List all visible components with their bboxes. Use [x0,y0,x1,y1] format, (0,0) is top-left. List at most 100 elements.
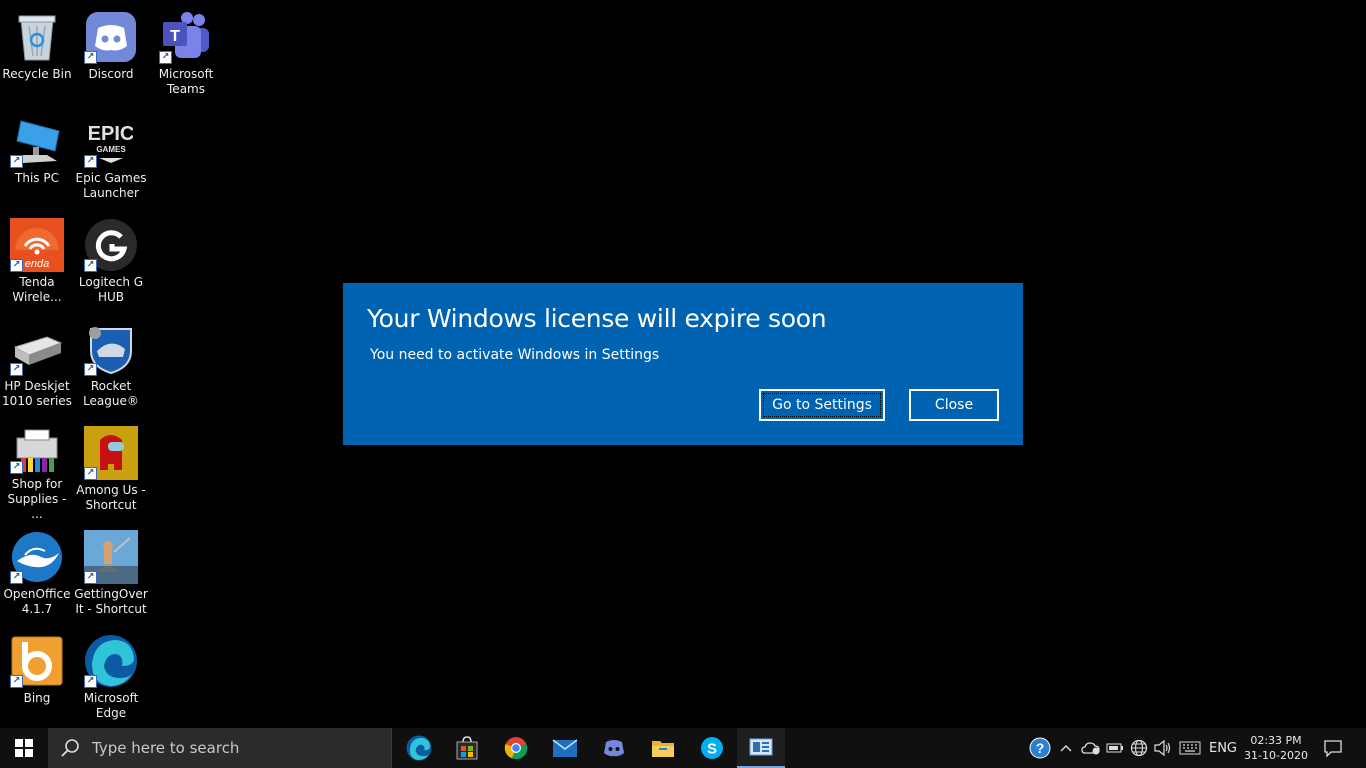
shortcut-arrow-icon: ↗ [10,259,23,272]
taskbar-skype[interactable]: S [688,728,736,768]
taskbar-news-app[interactable] [737,728,785,768]
desktop-icon-shop-supplies[interactable]: ↗ Shop for Supplies - ... [0,418,74,521]
dialog-title: Your Windows license will expire soon [367,304,827,333]
dialog-message: You need to activate Windows in Settings [370,347,660,363]
tray-volume[interactable] [1152,728,1174,768]
file-explorer-icon [652,741,674,757]
shortcut-arrow-icon: ↗ [10,571,23,584]
focus-rectangle [763,393,881,417]
clock-time: 02:33 PM [1250,734,1302,747]
svg-text:enda: enda [25,258,49,270]
desktop-icon-label: Recycle Bin [2,67,72,81]
taskbar: Type here to search S ? ENG 02:33 PM 31-… [0,728,1366,768]
keyboard-icon [1179,741,1201,755]
taskbar-chrome[interactable] [492,728,540,768]
onedrive-sync-icon [1081,742,1100,755]
go-to-settings-button[interactable]: Go to Settings [759,389,885,421]
tray-touch-keyboard[interactable] [1177,728,1203,768]
tray-onedrive[interactable] [1080,728,1102,768]
desktop-icon-this-pc[interactable]: ↗ This PC [0,106,74,206]
tray-show-hidden[interactable] [1056,728,1076,768]
edge-icon [406,735,432,761]
desktop-icon-label: Microsoft Edge [83,691,139,720]
openoffice-icon: ↗ [10,530,64,584]
desktop-icon-hp-deskjet[interactable]: ↗ HP Deskjet 1010 series [0,314,74,414]
mail-icon [552,739,578,757]
shortcut-arrow-icon: ↗ [10,461,23,474]
desktop-icon-label: Rocket League® [83,379,139,408]
shortcut-arrow-icon: ↗ [84,675,97,688]
close-label: Close [934,397,974,413]
taskbar-edge[interactable] [395,728,443,768]
shortcut-arrow-icon: ↗ [10,363,23,376]
shortcut-arrow-icon: ↗ [84,571,97,584]
help-icon: ? [1029,737,1051,759]
taskbar-mail[interactable] [541,728,589,768]
notification-icon [1324,740,1342,757]
tray-help[interactable]: ? [1028,728,1052,768]
taskbar-clock[interactable]: 02:33 PM 31-10-2020 [1238,728,1314,768]
rocket-league-icon: ↗ [84,322,138,376]
shortcut-arrow-icon: ↗ [84,363,97,376]
discord-icon: ↗ [84,10,138,64]
desktop-icon-bing[interactable]: ↗ Bing [0,626,74,726]
search-icon [61,739,79,757]
shortcut-arrow-icon: ↗ [84,467,97,480]
battery-icon [1106,743,1123,753]
getting-over-it-icon: ↗ [84,530,138,584]
svg-text:?: ? [1036,740,1045,756]
recycle-bin-icon [10,10,64,64]
action-center-button[interactable] [1318,728,1348,768]
taskbar-store[interactable] [443,728,491,768]
taskbar-search-box[interactable]: Type here to search [48,728,392,768]
desktop-icon-logitech[interactable]: ↗ Logitech G HUB [74,210,148,310]
desktop-icon-label: Tenda Wirele... [12,275,62,304]
clock-date: 31-10-2020 [1244,749,1308,762]
desktop-icon-tenda[interactable]: enda ↗ Tenda Wirele... [0,210,74,310]
tray-network[interactable] [1128,728,1150,768]
desktop-icon-discord[interactable]: ↗ Discord [74,2,148,102]
microsoft-store-icon [456,736,478,760]
desktop-icon-edge[interactable]: ↗ Microsoft Edge [74,626,148,726]
desktop-icon-label: Logitech G HUB [78,275,144,304]
desktop-icon-recycle-bin[interactable]: Recycle Bin [0,2,74,102]
tray-language[interactable]: ENG [1206,728,1240,768]
shortcut-arrow-icon: ↗ [84,51,97,64]
desktop-icon-getting-over-it[interactable]: ↗ GettingOverIt - Shortcut [74,522,148,622]
microsoft-edge-icon: ↗ [84,634,138,688]
close-button[interactable]: Close [909,389,999,421]
desktop-icon-label: Discord [88,67,134,81]
desktop-icon-label: Shop for Supplies - ... [7,477,67,521]
shortcut-arrow-icon: ↗ [10,675,23,688]
desktop-icon-teams[interactable]: T ↗ Microsoft Teams [149,2,223,102]
desktop-icon-rocket-league[interactable]: ↗ Rocket League® [74,314,148,414]
chrome-icon [504,737,528,760]
tray-battery[interactable] [1104,728,1126,768]
desktop-icon-epic-games[interactable]: EPIC GAMES ↗ Epic Games Launcher [74,106,148,206]
logitech-g-hub-icon: ↗ [84,218,138,272]
globe-network-icon [1130,739,1148,757]
chevron-up-icon [1060,745,1072,752]
desktop-icon-among-us[interactable]: ↗ Among Us - Shortcut [74,418,148,518]
desktop-icon-openoffice[interactable]: ↗ OpenOffice 4.1.7 [0,522,74,622]
tenda-wireless-icon: enda ↗ [10,218,64,272]
hp-deskjet-icon: ↗ [10,322,64,376]
desktop-icon-label: Among Us - Shortcut [76,483,146,512]
license-expiry-dialog: Your Windows license will expire soon Yo… [343,283,1023,445]
start-button[interactable] [0,728,48,768]
shortcut-arrow-icon: ↗ [84,259,97,272]
epic-games-icon: EPIC GAMES ↗ [84,114,138,168]
bing-icon: ↗ [10,634,64,688]
search-placeholder: Type here to search [92,739,240,757]
microsoft-teams-icon: T ↗ [159,10,213,64]
skype-icon: S [701,737,723,759]
taskbar-file-explorer[interactable] [639,728,687,768]
among-us-icon: ↗ [84,426,138,480]
desktop-icon-label: Microsoft Teams [158,67,214,96]
taskbar-discord[interactable] [590,728,638,768]
svg-text:EPIC: EPIC [89,123,133,145]
language-label: ENG [1208,740,1237,756]
shop-for-supplies-icon: ↗ [10,426,64,474]
svg-text:T: T [170,28,180,45]
shortcut-arrow-icon: ↗ [84,155,97,168]
